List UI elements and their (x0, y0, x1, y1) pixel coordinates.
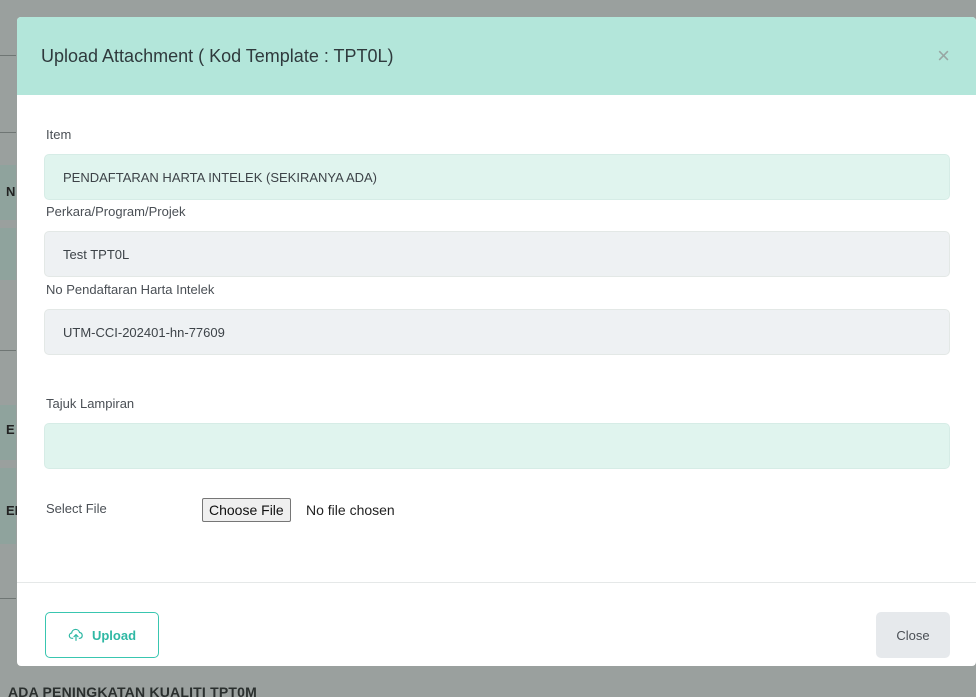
item-value: PENDAFTARAN HARTA INTELEK (SEKIRANYA ADA… (63, 169, 377, 185)
file-status-text: No file chosen (306, 502, 395, 518)
perkara-value: Test TPT0L (63, 246, 130, 262)
no-pendaftaran-value: UTM-CCI-202401-hn-77609 (63, 324, 225, 340)
bg-divider (0, 55, 16, 56)
upload-attachment-modal: Upload Attachment ( Kod Template : TPT0L… (17, 17, 976, 666)
bg-divider (0, 350, 16, 351)
close-button[interactable]: Close (876, 612, 950, 658)
modal-header: Upload Attachment ( Kod Template : TPT0L… (17, 17, 976, 95)
upload-button[interactable]: Upload (45, 612, 159, 658)
no-pendaftaran-field[interactable]: UTM-CCI-202401-hn-77609 (44, 309, 950, 355)
close-button-label: Close (896, 627, 930, 643)
choose-file-button[interactable]: Choose File (202, 498, 291, 522)
select-file-label: Select File (46, 501, 107, 516)
file-select-row: Select File Choose File No file chosen (46, 498, 646, 522)
bg-row-text: E (6, 422, 15, 437)
footer-divider (17, 582, 976, 583)
bg-divider (0, 598, 16, 599)
cloud-upload-icon (68, 628, 83, 641)
no-pendaftaran-label: No Pendaftaran Harta Intelek (46, 282, 215, 297)
modal-title: Upload Attachment ( Kod Template : TPT0L… (41, 45, 394, 66)
upload-button-label: Upload (91, 627, 137, 643)
item-field[interactable]: PENDAFTARAN HARTA INTELEK (SEKIRANYA ADA… (44, 154, 950, 200)
bg-row-highlight (0, 228, 16, 280)
tajuk-lampiran-input[interactable] (44, 423, 950, 469)
item-label: Item (46, 127, 72, 142)
perkara-field[interactable]: Test TPT0L (44, 231, 950, 277)
perkara-label: Perkara/Program/Projek (46, 204, 186, 219)
bg-divider (0, 132, 16, 133)
tajuk-lampiran-label: Tajuk Lampiran (46, 396, 135, 411)
bg-row-text: N (6, 184, 16, 199)
bg-footer-text: ADA PENINGKATAN KUALITI TPT0M (8, 684, 257, 697)
close-icon[interactable]: × (937, 45, 950, 67)
